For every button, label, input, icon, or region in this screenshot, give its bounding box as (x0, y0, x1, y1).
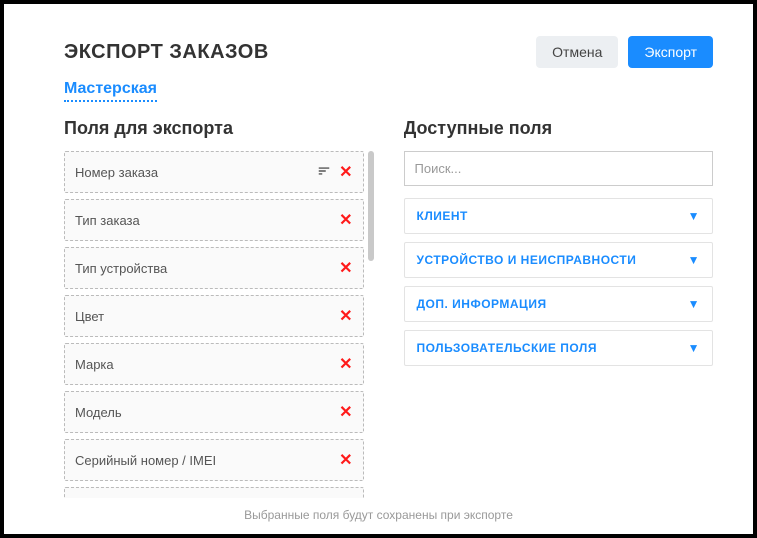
dialog-inner: ЭКСПОРТ ЗАКАЗОВ Отмена Экспорт Мастерска… (14, 26, 743, 498)
group-client[interactable]: КЛИЕНТ ▼ (404, 198, 714, 234)
field-label: Марка (75, 357, 339, 372)
chevron-down-icon: ▼ (688, 209, 700, 223)
remove-icon[interactable]: ✕ (339, 162, 352, 182)
field-label: Номер заказа (75, 165, 317, 180)
group-label: ДОП. ИНФОРМАЦИЯ (417, 297, 547, 311)
list-item[interactable]: Цвет ✕ (64, 295, 364, 337)
selected-fields-column: Поля для экспорта Номер заказа ✕ Тип зак… (64, 118, 374, 498)
export-button[interactable]: Экспорт (628, 36, 713, 68)
remove-icon[interactable]: ✕ (339, 306, 352, 326)
group-custom[interactable]: ПОЛЬЗОВАТЕЛЬСКИЕ ПОЛЯ ▼ (404, 330, 714, 366)
field-label: Серийный номер / IMEI (75, 453, 339, 468)
field-label: Тип устройства (75, 261, 339, 276)
remove-icon[interactable]: ✕ (339, 210, 352, 230)
field-label: Тип заказа (75, 213, 339, 228)
export-dialog: ЭКСПОРТ ЗАКАЗОВ Отмена Экспорт Мастерска… (4, 4, 753, 534)
scrollbar-track[interactable] (368, 151, 374, 498)
list-item[interactable]: Номер заказа ✕ (64, 151, 364, 193)
remove-icon[interactable]: ✕ (339, 402, 352, 422)
scrollbar-thumb[interactable] (368, 151, 374, 261)
selected-fields-list: Номер заказа ✕ Тип заказа ✕ Тип устройст… (64, 151, 364, 498)
workshop-link[interactable]: Мастерская (64, 80, 157, 102)
remove-icon[interactable]: ✕ (339, 450, 352, 470)
available-fields-column: Доступные поля КЛИЕНТ ▼ УСТРОЙСТВО И НЕИ… (404, 118, 714, 498)
group-label: ПОЛЬЗОВАТЕЛЬСКИЕ ПОЛЯ (417, 341, 597, 355)
group-label: УСТРОЙСТВО И НЕИСПРАВНОСТИ (417, 253, 637, 267)
group-label: КЛИЕНТ (417, 209, 468, 223)
sort-icon[interactable] (317, 164, 331, 181)
available-fields-title: Доступные поля (404, 118, 714, 139)
group-device[interactable]: УСТРОЙСТВО И НЕИСПРАВНОСТИ ▼ (404, 242, 714, 278)
list-item[interactable]: Тип заказа ✕ (64, 199, 364, 241)
group-additional[interactable]: ДОП. ИНФОРМАЦИЯ ▼ (404, 286, 714, 322)
chevron-down-icon: ▼ (688, 253, 700, 267)
header: ЭКСПОРТ ЗАКАЗОВ Отмена Экспорт (64, 36, 713, 68)
search-input[interactable] (404, 151, 714, 186)
selected-fields-title: Поля для экспорта (64, 118, 374, 139)
remove-icon[interactable]: ✕ (339, 258, 352, 278)
list-item[interactable]: Дата создания ✕ (64, 487, 364, 498)
header-buttons: Отмена Экспорт (536, 36, 713, 68)
footer-note: Выбранные поля будут сохранены при экспо… (14, 498, 743, 528)
field-label: Модель (75, 405, 339, 420)
page-title: ЭКСПОРТ ЗАКАЗОВ (64, 41, 269, 64)
chevron-down-icon: ▼ (688, 341, 700, 355)
columns: Поля для экспорта Номер заказа ✕ Тип зак… (64, 118, 713, 498)
list-item[interactable]: Тип устройства ✕ (64, 247, 364, 289)
group-list: КЛИЕНТ ▼ УСТРОЙСТВО И НЕИСПРАВНОСТИ ▼ ДО… (404, 198, 714, 366)
field-label: Цвет (75, 309, 339, 324)
chevron-down-icon: ▼ (688, 297, 700, 311)
cancel-button[interactable]: Отмена (536, 36, 618, 68)
list-item[interactable]: Модель ✕ (64, 391, 364, 433)
selected-fields-wrap: Номер заказа ✕ Тип заказа ✕ Тип устройст… (64, 151, 374, 498)
remove-icon[interactable]: ✕ (339, 354, 352, 374)
list-item[interactable]: Серийный номер / IMEI ✕ (64, 439, 364, 481)
list-item[interactable]: Марка ✕ (64, 343, 364, 385)
